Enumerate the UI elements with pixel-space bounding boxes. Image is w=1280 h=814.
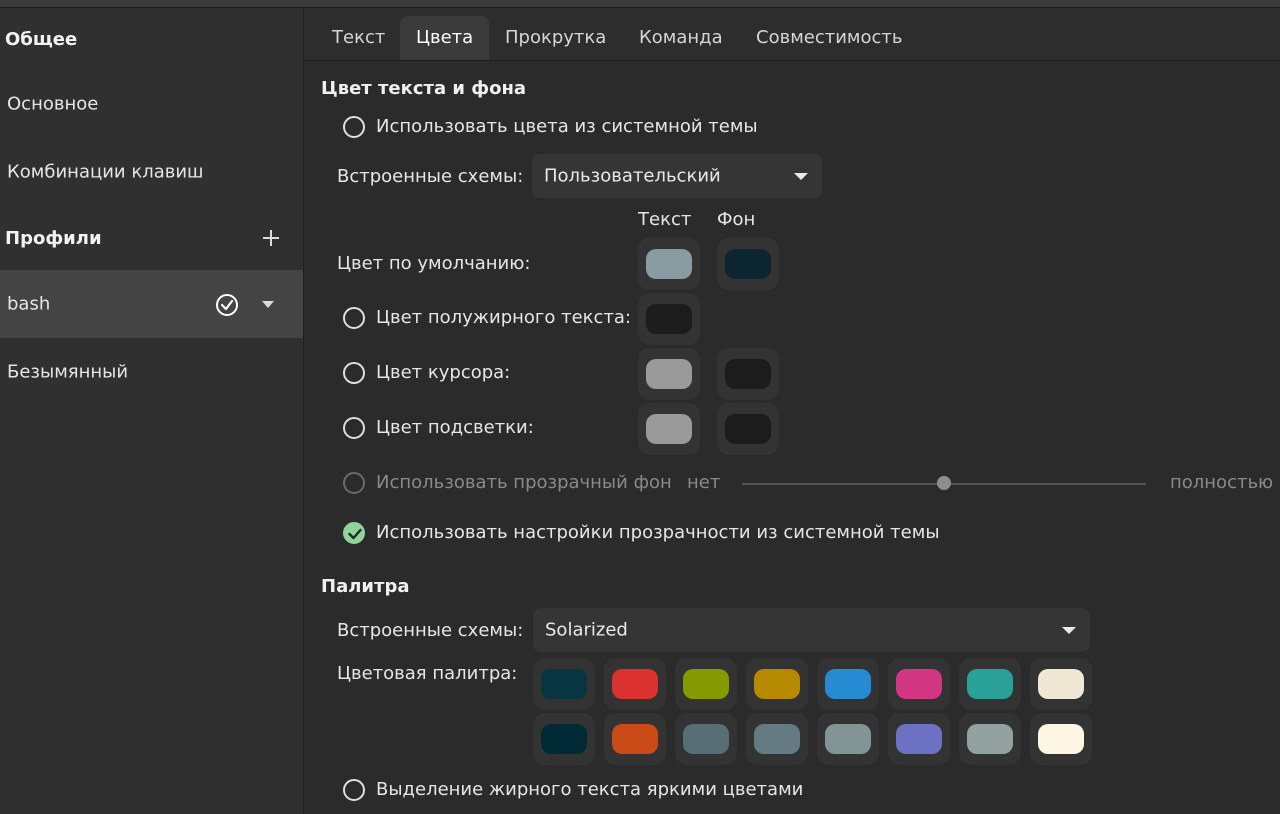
bold-text-color-button[interactable] xyxy=(638,293,700,345)
color-swatch xyxy=(646,304,692,334)
color-swatch xyxy=(646,414,692,444)
use-system-colors-label: Использовать цвета из системной темы xyxy=(376,116,758,137)
palette-color-button[interactable] xyxy=(746,713,808,765)
profiles-heading: Профили xyxy=(5,228,102,249)
palette-scheme-value: Solarized xyxy=(545,619,628,641)
chevron-down-icon xyxy=(1062,627,1076,634)
use-theme-transparency-label: Использовать настройки прозрачности из с… xyxy=(376,522,940,543)
chevron-down-icon xyxy=(794,173,808,180)
check-circle-icon[interactable] xyxy=(216,294,238,316)
builtin-scheme-dropdown[interactable]: Пользовательский xyxy=(532,154,822,198)
color-swatch xyxy=(825,724,871,754)
color-swatch xyxy=(1038,724,1084,754)
color-swatch xyxy=(754,724,800,754)
palette-builtin-schemes-label: Встроенные схемы: xyxy=(337,620,524,641)
color-swatch xyxy=(646,359,692,389)
color-swatch xyxy=(967,669,1013,699)
transparency-slider-handle[interactable] xyxy=(937,476,951,490)
palette-color-button[interactable] xyxy=(888,658,950,710)
color-swatch xyxy=(896,669,942,699)
color-swatch xyxy=(612,669,658,699)
sidebar-item-profile-unnamed[interactable]: Безымянный xyxy=(0,338,303,406)
default-bg-color-button[interactable] xyxy=(717,238,779,290)
color-swatch xyxy=(1038,669,1084,699)
color-swatch xyxy=(825,669,871,699)
colors-page: Цвет текста и фона Использовать цвета из… xyxy=(304,61,1280,814)
tab-scrolling[interactable]: Прокрутка xyxy=(489,16,622,60)
color-swatch xyxy=(683,669,729,699)
tab-command[interactable]: Команда xyxy=(623,16,739,60)
palette-color-button[interactable] xyxy=(533,658,595,710)
palette-color-button[interactable] xyxy=(675,658,737,710)
palette-color-button[interactable] xyxy=(604,658,666,710)
highlight-text-color-button[interactable] xyxy=(638,403,700,455)
transparent-bg-label: Использовать прозрачный фон xyxy=(376,472,672,493)
color-swatch xyxy=(646,249,692,279)
palette-color-button[interactable] xyxy=(533,713,595,765)
sidebar-item-general[interactable]: Основное xyxy=(0,70,303,138)
palette-color-button[interactable] xyxy=(959,658,1021,710)
color-swatch xyxy=(725,414,771,444)
bright-bold-radio[interactable] xyxy=(343,779,365,801)
color-swatch xyxy=(754,669,800,699)
cursor-color-radio[interactable] xyxy=(343,362,365,384)
use-system-colors-radio[interactable] xyxy=(343,116,365,138)
palette-color-button[interactable] xyxy=(604,713,666,765)
cursor-color-label: Цвет курсора: xyxy=(376,362,511,383)
default-text-color-button[interactable] xyxy=(638,238,700,290)
color-swatch xyxy=(683,724,729,754)
chevron-down-icon[interactable] xyxy=(262,301,274,308)
palette-color-button[interactable] xyxy=(675,713,737,765)
cursor-bg-color-button[interactable] xyxy=(717,348,779,400)
cursor-text-color-button[interactable] xyxy=(638,348,700,400)
bold-color-label: Цвет полужирного текста: xyxy=(376,307,632,328)
highlight-color-radio[interactable] xyxy=(343,417,365,439)
tab-bar: Текст Цвета Прокрутка Команда Совместимо… xyxy=(304,8,1280,61)
color-palette-label: Цветовая палитра: xyxy=(337,663,518,684)
sidebar-item-shortcuts[interactable]: Комбинации клавиш xyxy=(0,138,303,206)
color-swatch xyxy=(967,724,1013,754)
bold-color-radio[interactable] xyxy=(343,307,365,329)
color-swatch xyxy=(612,724,658,754)
highlight-bg-color-button[interactable] xyxy=(717,403,779,455)
sidebar-item-label: Основное xyxy=(7,93,99,115)
bright-bold-label: Выделение жирного текста яркими цветами xyxy=(376,779,804,800)
transparency-min-label: нет xyxy=(687,472,721,493)
builtin-schemes-label: Встроенные схемы: xyxy=(337,166,524,187)
palette-color-button[interactable] xyxy=(959,713,1021,765)
background-column-header: Фон xyxy=(717,209,756,230)
palette-color-button[interactable] xyxy=(817,658,879,710)
color-swatch xyxy=(725,249,771,279)
palette-color-button[interactable] xyxy=(888,713,950,765)
palette-color-button[interactable] xyxy=(1030,713,1092,765)
plus-icon[interactable] xyxy=(262,229,280,247)
text-column-header: Текст xyxy=(638,209,692,230)
color-swatch xyxy=(541,724,587,754)
color-swatch xyxy=(541,669,587,699)
palette-color-button[interactable] xyxy=(1030,658,1092,710)
palette-color-button[interactable] xyxy=(817,713,879,765)
palette-section-title: Палитра xyxy=(321,576,410,597)
default-color-label: Цвет по умолчанию: xyxy=(337,253,531,274)
transparent-bg-radio[interactable] xyxy=(343,472,365,494)
color-swatch xyxy=(896,724,942,754)
general-heading: Общее xyxy=(5,29,78,50)
color-swatch xyxy=(725,359,771,389)
preferences-sidebar: Общее Основное Комбинации клавиш Профили… xyxy=(0,8,304,814)
builtin-scheme-value: Пользовательский xyxy=(544,165,721,187)
sidebar-item-label: Комбинации клавиш xyxy=(7,161,204,183)
use-theme-transparency-checkbox[interactable] xyxy=(343,522,365,544)
palette-color-button[interactable] xyxy=(746,658,808,710)
sidebar-item-label: bash xyxy=(7,293,51,315)
text-bg-section-title: Цвет текста и фона xyxy=(321,78,527,99)
palette-scheme-dropdown[interactable]: Solarized xyxy=(533,608,1090,652)
sidebar-item-profile-bash[interactable]: bash xyxy=(0,270,303,338)
transparency-max-label: полностью xyxy=(1170,472,1274,493)
highlight-color-label: Цвет подсветки: xyxy=(376,417,534,438)
tab-colors[interactable]: Цвета xyxy=(400,16,490,60)
tab-compatibility[interactable]: Совместимость xyxy=(740,16,919,60)
tab-text[interactable]: Текст xyxy=(316,16,401,60)
window-top-border xyxy=(0,0,1280,8)
sidebar-item-label: Безымянный xyxy=(7,361,129,383)
